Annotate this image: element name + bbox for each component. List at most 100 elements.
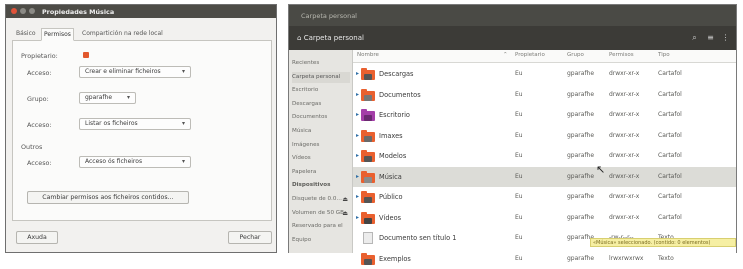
owner-access-value: Crear e eliminar ficheiros <box>85 68 161 75</box>
file-name: Descargas <box>379 70 414 78</box>
close-button[interactable]: Pechar <box>228 231 272 244</box>
sidebar-item[interactable]: Descargas <box>292 99 350 110</box>
others-label: Outros <box>21 143 43 151</box>
maximize-window-icon[interactable] <box>29 8 35 14</box>
file-row[interactable]: ▸ Público Eu gparafhe drwxr-xr-x Cartafol <box>353 187 736 207</box>
column-group[interactable]: Grupo <box>567 52 584 58</box>
chevron-down-icon: ▾ <box>181 120 185 127</box>
close-window-icon[interactable] <box>11 8 17 14</box>
chevron-down-icon: ▾ <box>126 94 130 101</box>
owner-access-label: Acceso: <box>27 69 52 77</box>
help-button[interactable]: Axuda <box>16 231 58 244</box>
file-name: Escritorio <box>379 111 410 119</box>
file-type: Cartafol <box>658 131 682 139</box>
owner-access-select[interactable]: Crear e eliminar ficheiros ▾ <box>79 66 191 78</box>
sidebar-item[interactable]: Escritorio <box>292 85 350 96</box>
search-icon[interactable]: ⌕ <box>689 33 700 43</box>
tab-permissions[interactable]: Permisos <box>41 28 74 41</box>
sidebar-item[interactable]: Carpeta personal <box>292 71 350 83</box>
sidebar-item-label: Volumen de 50 GB <box>292 209 344 216</box>
file-row[interactable]: ▸ Música Eu gparafhe drwxr-xr-x Cartafol <box>353 166 736 187</box>
sort-indicator-icon: ⌃ <box>503 52 508 58</box>
file-owner: Eu <box>515 234 523 241</box>
location-label: Carpeta personal <box>303 34 364 42</box>
file-name: Imaxes <box>379 131 403 140</box>
expand-arrow-icon[interactable]: ▸ <box>356 111 359 118</box>
file-permissions: drwxr-xr-x <box>609 111 640 118</box>
file-type: Cartafol <box>658 70 682 77</box>
folder-icon <box>361 211 375 224</box>
expand-arrow-icon[interactable]: ▸ <box>356 193 359 200</box>
eject-icon[interactable]: ⏏ <box>342 194 348 205</box>
expand-arrow-icon[interactable]: ▸ <box>356 70 359 77</box>
file-type: Cartafol <box>658 111 682 118</box>
file-type: Cartafol <box>658 152 682 159</box>
tab-basic[interactable]: Básico <box>14 28 38 39</box>
folder-icon <box>361 170 375 183</box>
grid-view-icon[interactable]: ⋮ <box>720 33 731 43</box>
file-row[interactable]: ▸ Documentos Eu gparafhe drwxr-xr-x Cartafol <box>353 85 736 105</box>
file-row[interactable]: ▸ Imaxes Eu gparafhe drwxr-xr-x Cartafol <box>353 126 736 146</box>
sidebar-item-label: Recientes <box>292 60 320 66</box>
tab-share[interactable]: Compartición na rede local <box>80 28 165 39</box>
column-permissions[interactable]: Permisos <box>609 52 634 58</box>
sidebar-item[interactable]: Documentos <box>292 112 350 123</box>
file-owner: Eu <box>515 152 523 159</box>
location-button[interactable]: ⌂ Carpeta personal <box>297 34 364 42</box>
file-owner: Eu <box>515 70 523 77</box>
file-group: gparafhe <box>567 172 595 180</box>
folder-icon <box>361 252 375 265</box>
file-row[interactable]: ▸ Descargas Eu gparafhe drwxr-xr-x Cartafol <box>353 64 736 84</box>
expand-arrow-icon[interactable]: ▸ <box>356 91 359 98</box>
file-row[interactable]: Exemplos Eu gparafhe lrwxrwxrwx Texto <box>353 249 736 269</box>
group-value: gparafhe <box>85 94 113 101</box>
expand-arrow-icon[interactable]: ▸ <box>356 173 359 180</box>
status-tooltip: «Música» seleccionado. (contido: 0 eleme… <box>590 238 736 247</box>
file-type: Texto <box>658 254 674 262</box>
sidebar-item[interactable]: Recientes <box>292 58 350 69</box>
home-icon: ⌂ <box>297 34 302 42</box>
expand-arrow-icon[interactable]: ▸ <box>356 214 359 221</box>
file-permissions: drwxr-xr-x <box>609 152 640 159</box>
folder-icon <box>361 150 375 162</box>
sidebar-item[interactable]: Vídeos <box>292 153 350 164</box>
file-type: Cartafol <box>658 172 682 180</box>
file-manager-window: Carpeta personal ⌂ Carpeta personal ⌕ ≡ … <box>288 4 737 265</box>
sidebar-item[interactable]: Volumen de 50 GB ⏏ <box>292 208 350 219</box>
file-manager-toolbar: ⌂ Carpeta personal ⌕ ≡ ⋮ <box>289 26 736 50</box>
file-type: Cartafol <box>658 193 682 200</box>
sidebar: Recientes Carpeta personal Escritorio Desca… <box>289 50 353 253</box>
document-icon <box>361 232 375 244</box>
others-access-select[interactable]: Acceso ós ficheiros ▾ <box>79 156 191 168</box>
file-manager-title: Carpeta personal <box>301 12 357 20</box>
sidebar-item-label: Disquete de 0.0… <box>292 196 342 202</box>
change-contained-files-button[interactable]: Cambiar permisos aos ficheiros contidos… <box>27 191 189 204</box>
file-row[interactable]: ▸ Escritorio Eu gparafhe drwxr-xr-x Cartafol <box>353 105 736 125</box>
file-row[interactable]: ▸ Vídeos Eu gparafhe drwxr-xr-x Cartafol <box>353 208 736 228</box>
column-type[interactable]: Tipo <box>658 52 670 58</box>
chevron-down-icon: ▾ <box>181 158 185 165</box>
sidebar-item[interactable]: Reservado para el <box>292 221 350 232</box>
sidebar-item[interactable]: Imágenes <box>292 140 350 151</box>
expand-arrow-icon[interactable]: ▸ <box>356 152 359 159</box>
file-owner: Eu <box>515 131 523 139</box>
file-name: Documento sen título 1 <box>379 234 457 242</box>
sidebar-item[interactable]: Papelera <box>292 167 350 178</box>
file-row[interactable]: ▸ Modelos Eu gparafhe drwxr-xr-x Cartafol <box>353 146 736 166</box>
minimize-window-icon[interactable] <box>20 8 26 14</box>
file-permissions: drwxr-xr-x <box>609 131 640 139</box>
sidebar-item-label: Música <box>292 128 312 134</box>
sidebar-item[interactable]: Disquete de 0.0… ⏏ <box>292 194 350 205</box>
dialog-title: Propiedades Música <box>42 8 115 16</box>
group-access-value: Listar os ficheiros <box>85 120 138 127</box>
column-name[interactable]: Nombre <box>357 52 379 58</box>
expand-arrow-icon[interactable]: ▸ <box>356 132 359 139</box>
sidebar-item[interactable]: Música <box>292 126 350 137</box>
sidebar-item[interactable]: Equipo <box>292 235 350 246</box>
folder-icon <box>361 129 375 142</box>
group-access-select[interactable]: Listar os ficheiros ▾ <box>79 118 191 130</box>
list-view-icon[interactable]: ≡ <box>705 33 716 43</box>
eject-icon[interactable]: ⏏ <box>342 208 348 219</box>
group-select[interactable]: gparafhe ▾ <box>79 92 136 104</box>
column-owner[interactable]: Propietario <box>515 52 545 58</box>
